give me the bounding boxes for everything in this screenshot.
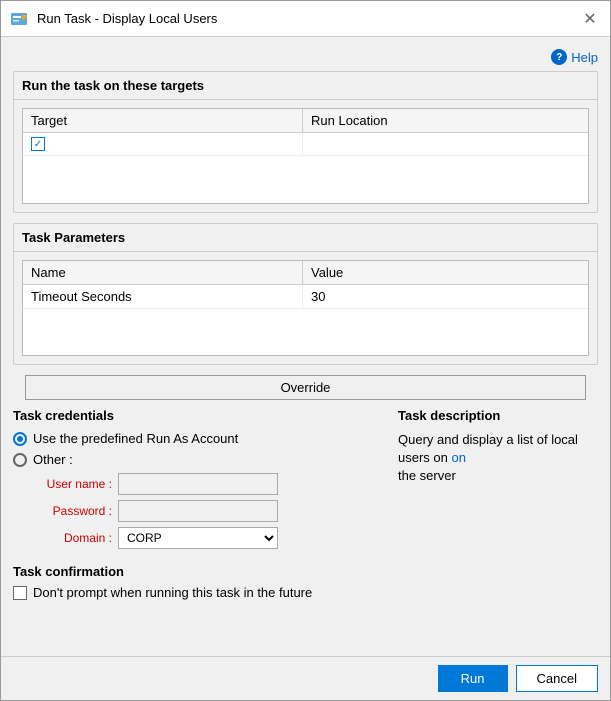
param-value-cell: 30 bbox=[303, 285, 588, 308]
help-label: Help bbox=[571, 50, 598, 65]
domain-row: Domain : CORP bbox=[13, 527, 382, 549]
targets-table: Target Run Location bbox=[22, 108, 589, 204]
domain-label: Domain : bbox=[33, 531, 118, 545]
predefined-radio-row: Use the predefined Run As Account bbox=[13, 431, 382, 446]
name-col-header: Name bbox=[23, 261, 303, 284]
username-row: User name : bbox=[13, 473, 382, 495]
help-link[interactable]: ? Help bbox=[551, 49, 598, 65]
table-row bbox=[23, 133, 588, 156]
confirmation-title: Task confirmation bbox=[13, 564, 598, 579]
description-text-part2: the server bbox=[398, 468, 456, 483]
no-prompt-checkbox[interactable] bbox=[13, 586, 27, 600]
no-prompt-label: Don't prompt when running this task in t… bbox=[33, 585, 312, 600]
override-button[interactable]: Override bbox=[25, 375, 586, 400]
params-section: Task Parameters Name Value Timeout Secon… bbox=[13, 223, 598, 365]
value-col-header: Value bbox=[303, 261, 588, 284]
target-checkbox[interactable] bbox=[31, 137, 45, 151]
title-bar-left: Run Task - Display Local Users bbox=[9, 9, 217, 29]
targets-section: Run the task on these targets Target Run… bbox=[13, 71, 598, 213]
params-table-body: Timeout Seconds 30 bbox=[23, 285, 588, 355]
title-bar: Run Task - Display Local Users ✕ bbox=[1, 1, 610, 37]
other-label: Other : bbox=[33, 452, 73, 467]
cancel-button[interactable]: Cancel bbox=[516, 665, 598, 692]
credentials-title: Task credentials bbox=[13, 408, 382, 423]
two-col-section: Task credentials Use the predefined Run … bbox=[13, 408, 598, 554]
domain-select[interactable]: CORP bbox=[118, 527, 278, 549]
params-row: Timeout Seconds 30 bbox=[23, 285, 588, 309]
targets-section-title: Run the task on these targets bbox=[14, 72, 597, 100]
target-checkbox-cell bbox=[23, 133, 303, 155]
description-text-part1: Query and display a list of local users … bbox=[398, 432, 578, 465]
description-title: Task description bbox=[398, 408, 598, 423]
predefined-radio[interactable] bbox=[13, 432, 27, 446]
targets-table-header: Target Run Location bbox=[23, 109, 588, 133]
password-label: Password : bbox=[33, 504, 118, 518]
run-task-window: Run Task - Display Local Users ✕ ? Help … bbox=[0, 0, 611, 701]
domain-select-wrapper: CORP bbox=[118, 527, 278, 549]
target-col-header: Target bbox=[23, 109, 303, 132]
window-icon bbox=[9, 9, 29, 29]
other-radio-row: Other : bbox=[13, 452, 382, 467]
run-button[interactable]: Run bbox=[438, 665, 508, 692]
targets-table-body bbox=[23, 133, 588, 203]
username-input[interactable] bbox=[118, 473, 278, 495]
help-bar: ? Help bbox=[13, 45, 598, 71]
params-table-header: Name Value bbox=[23, 261, 588, 285]
description-text: Query and display a list of local users … bbox=[398, 431, 598, 486]
predefined-label: Use the predefined Run As Account bbox=[33, 431, 238, 446]
param-name-cell: Timeout Seconds bbox=[23, 285, 303, 308]
confirm-row: Don't prompt when running this task in t… bbox=[13, 585, 598, 600]
run-location-col-header: Run Location bbox=[303, 109, 588, 132]
password-row: Password : bbox=[13, 500, 382, 522]
params-table: Name Value Timeout Seconds 30 bbox=[22, 260, 589, 356]
description-section: Task description Query and display a lis… bbox=[398, 408, 598, 554]
password-input[interactable] bbox=[118, 500, 278, 522]
credentials-section: Task credentials Use the predefined Run … bbox=[13, 408, 382, 554]
help-icon: ? bbox=[551, 49, 567, 65]
other-radio[interactable] bbox=[13, 453, 27, 467]
run-location-cell bbox=[303, 133, 588, 155]
username-label: User name : bbox=[33, 477, 118, 491]
dialog-content: ? Help Run the task on these targets Tar… bbox=[1, 37, 610, 656]
bottom-bar: Run Cancel bbox=[1, 656, 610, 700]
params-section-title: Task Parameters bbox=[14, 224, 597, 252]
close-button[interactable]: ✕ bbox=[578, 7, 602, 31]
description-text-on: on bbox=[452, 450, 466, 465]
window-title: Run Task - Display Local Users bbox=[37, 11, 217, 26]
confirmation-section: Task confirmation Don't prompt when runn… bbox=[13, 564, 598, 600]
